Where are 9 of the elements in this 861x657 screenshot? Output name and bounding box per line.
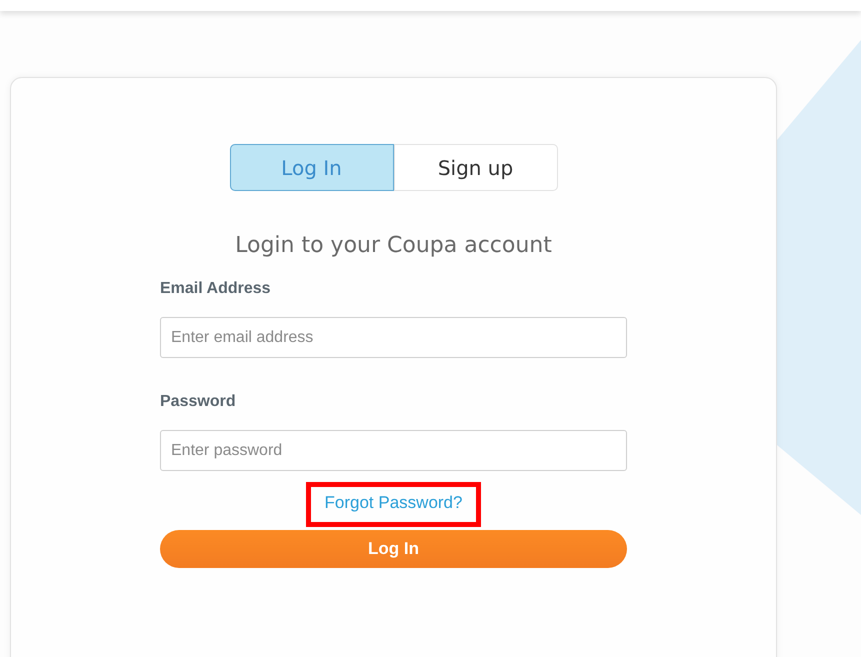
login-heading: Login to your Coupa account — [235, 233, 552, 258]
input-field[interactable]: Enter email address — [160, 317, 627, 358]
input-field[interactable]: Enter password — [160, 430, 627, 471]
tab[interactable]: Log In — [230, 144, 394, 191]
field-label: Email Address — [160, 280, 272, 298]
field-label: Password — [160, 393, 237, 411]
forgot-password-link[interactable]: Forgot Password? — [324, 493, 462, 512]
tab[interactable]: Sign up — [394, 144, 558, 191]
login-button[interactable]: Log In — [160, 530, 627, 568]
